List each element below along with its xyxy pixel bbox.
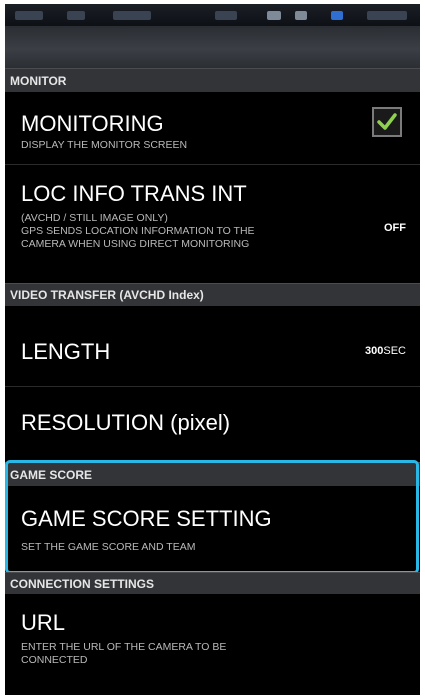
url-item[interactable]: URL ENTER THE URL OF THE CAMERA TO BE CO… xyxy=(5,594,420,695)
length-value-unit: SEC xyxy=(383,345,406,357)
notification-icon xyxy=(113,11,151,20)
clock xyxy=(367,11,407,20)
loc-info-subtitle: (AVCHD / STILL IMAGE ONLY) GPS SENDS LOC… xyxy=(21,212,255,250)
monitoring-item[interactable]: MONITORING DISPLAY THE MONITOR SCREEN xyxy=(5,92,420,164)
battery-icon xyxy=(331,11,343,20)
resolution-item[interactable]: RESOLUTION (pixel) xyxy=(5,387,420,459)
wifi-icon xyxy=(267,11,281,20)
monitoring-title: MONITORING xyxy=(21,111,164,136)
notification-icon xyxy=(215,11,237,20)
title-bar xyxy=(5,26,420,69)
monitoring-subtitle: DISPLAY THE MONITOR SCREEN xyxy=(21,139,188,151)
game-score-setting-item[interactable]: GAME SCORE SETTING SET THE GAME SCORE AN… xyxy=(5,486,420,570)
loc-info-value: OFF xyxy=(384,222,406,234)
section-header-monitor: MONITOR xyxy=(5,68,420,92)
length-item[interactable]: LENGTH 300SEC xyxy=(5,306,420,386)
length-value-number: 300 xyxy=(365,345,384,357)
section-header-video-transfer: VIDEO TRANSFER (AVCHD Index) xyxy=(5,283,420,306)
url-title: URL xyxy=(21,610,66,635)
checkmark-icon xyxy=(377,113,397,130)
resolution-title: RESOLUTION (pixel) xyxy=(21,410,231,435)
signal-icon xyxy=(295,11,307,20)
game-score-setting-title: GAME SCORE SETTING xyxy=(21,506,272,531)
monitoring-checkbox[interactable] xyxy=(372,107,402,137)
notification-icon xyxy=(15,11,43,20)
section-header-game-score: GAME SCORE xyxy=(5,462,420,486)
settings-screen: MONITOR MONITORING DISPLAY THE MONITOR S… xyxy=(5,4,420,695)
loc-info-trans-int-item[interactable]: LOC INFO TRANS INT (AVCHD / STILL IMAGE … xyxy=(5,165,420,277)
url-subtitle: ENTER THE URL OF THE CAMERA TO BE CONNEC… xyxy=(21,641,227,666)
section-header-connection-settings: CONNECTION SETTINGS xyxy=(5,572,420,594)
loc-info-title: LOC INFO TRANS INT xyxy=(21,181,247,206)
notification-icon xyxy=(67,11,85,20)
status-bar xyxy=(5,4,420,26)
game-score-setting-subtitle: SET THE GAME SCORE AND TEAM xyxy=(21,541,196,553)
length-value: 300SEC xyxy=(365,345,406,357)
length-title: LENGTH xyxy=(21,339,111,364)
